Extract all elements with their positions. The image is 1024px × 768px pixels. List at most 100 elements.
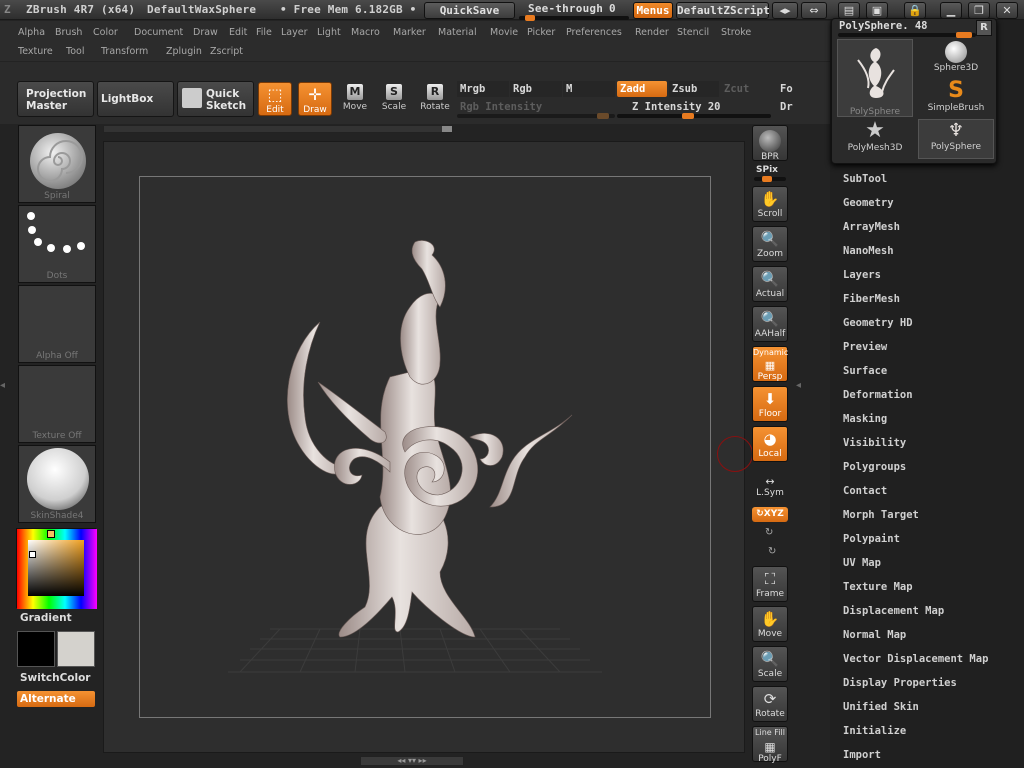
- material-thumbnail[interactable]: SkinShade4: [18, 445, 96, 523]
- sculpted-model[interactable]: [140, 177, 711, 718]
- main-color-swatch[interactable]: [17, 631, 55, 667]
- scroll-button[interactable]: ✋ Scroll: [752, 186, 788, 222]
- restore-icon[interactable]: ❐: [968, 2, 990, 19]
- zoom-button[interactable]: 🔍 Zoom: [752, 226, 788, 262]
- menu-tool[interactable]: Tool: [66, 46, 84, 57]
- palette-fibermesh[interactable]: FiberMesh: [843, 293, 900, 305]
- top-shelf-scroll-thumb[interactable]: [442, 126, 452, 132]
- palette-morph-target[interactable]: Morph Target: [843, 509, 919, 521]
- lsym-button[interactable]: ↔ L.Sym: [752, 476, 788, 500]
- left-tray-arrow-icon[interactable]: ◂: [0, 380, 10, 410]
- palette-display-properties[interactable]: Display Properties: [843, 677, 957, 689]
- quick-sketch-button[interactable]: Quick Sketch: [177, 81, 254, 117]
- popup-slider-track[interactable]: [838, 32, 976, 38]
- palette-uv-map[interactable]: UV Map: [843, 557, 881, 569]
- menu-transform[interactable]: Transform: [101, 46, 148, 57]
- minimize-icon[interactable]: ▁: [940, 2, 962, 19]
- swap-icon[interactable]: ▣: [866, 2, 888, 19]
- palette-surface[interactable]: Surface: [843, 365, 887, 377]
- layout-icon[interactable]: ▤: [838, 2, 860, 19]
- menu-movie[interactable]: Movie: [490, 27, 518, 38]
- rotate-button[interactable]: R Rotate: [418, 82, 452, 116]
- palette-deformation[interactable]: Deformation: [843, 389, 913, 401]
- color-marker[interactable]: [29, 551, 36, 558]
- z-intensity-knob[interactable]: [681, 113, 694, 119]
- move-view-button[interactable]: ✋ Move: [752, 606, 788, 642]
- spix-slider[interactable]: SPix: [754, 165, 788, 182]
- spix-knob[interactable]: [762, 176, 772, 182]
- palette-initialize[interactable]: Initialize: [843, 725, 906, 737]
- brush-spiral-thumbnail[interactable]: Spiral: [18, 125, 96, 203]
- menu-file[interactable]: File: [256, 27, 272, 38]
- default-zscript-button[interactable]: DefaultZScript: [676, 2, 770, 19]
- lock-icon[interactable]: 🔒: [904, 2, 926, 19]
- double-arrows-icon[interactable]: ⇔: [801, 2, 827, 19]
- alternate-button[interactable]: Alternate: [17, 691, 95, 707]
- draw-size-slider[interactable]: Dr: [777, 99, 797, 115]
- palette-import[interactable]: Import: [843, 749, 881, 761]
- top-shelf-scrollbar[interactable]: [103, 125, 453, 133]
- polymesh3d-tool[interactable]: ★ PolyMesh3D: [837, 119, 913, 159]
- rgb-button[interactable]: Rgb: [510, 81, 562, 97]
- menu-macro[interactable]: Macro: [351, 27, 380, 38]
- palette-geometry-hd[interactable]: Geometry HD: [843, 317, 913, 329]
- palette-arraymesh[interactable]: ArrayMesh: [843, 221, 900, 233]
- palette-subtool[interactable]: SubTool: [843, 173, 887, 185]
- zcut-button[interactable]: Zcut: [721, 81, 771, 97]
- menu-picker[interactable]: Picker: [527, 27, 555, 38]
- quicksave-button[interactable]: QuickSave: [424, 2, 515, 19]
- document-canvas[interactable]: [139, 176, 711, 718]
- floor-button[interactable]: ⬇ Floor: [752, 386, 788, 422]
- aahalf-button[interactable]: 🔍 AAHalf: [752, 306, 788, 342]
- z-rotate-icon[interactable]: ↻: [768, 546, 780, 558]
- menu-edit[interactable]: Edit: [229, 27, 247, 38]
- menu-texture[interactable]: Texture: [18, 46, 53, 57]
- scale-view-button[interactable]: 🔍 Scale: [752, 646, 788, 682]
- rotate-view-button[interactable]: ⟳ Rotate: [752, 686, 788, 722]
- stroke-dots-thumbnail[interactable]: Dots: [18, 205, 96, 283]
- m-button[interactable]: M: [563, 81, 615, 97]
- alpha-thumbnail[interactable]: Alpha Off: [18, 285, 96, 363]
- y-rotate-icon[interactable]: ↻: [765, 527, 777, 539]
- palette-polygroups[interactable]: Polygroups: [843, 461, 906, 473]
- menu-material[interactable]: Material: [438, 27, 477, 38]
- zsub-button[interactable]: Zsub: [669, 81, 719, 97]
- local-button[interactable]: ◕ Local: [752, 426, 788, 462]
- menu-render[interactable]: Render: [635, 27, 669, 38]
- palette-normal-map[interactable]: Normal Map: [843, 629, 906, 641]
- rgb-intensity-knob[interactable]: [597, 113, 609, 119]
- menus-button[interactable]: Menus: [633, 2, 673, 19]
- polysphere-selected-tool[interactable]: PolySphere: [837, 39, 913, 117]
- menu-color[interactable]: Color: [93, 27, 118, 38]
- saturation-box[interactable]: [28, 540, 84, 596]
- projection-master-button[interactable]: Projection Master: [17, 81, 94, 117]
- hue-marker[interactable]: [47, 530, 55, 538]
- left-right-icon[interactable]: ◂▸: [772, 2, 798, 19]
- palette-masking[interactable]: Masking: [843, 413, 887, 425]
- xyz-button[interactable]: ↻XYZ: [752, 507, 788, 522]
- menu-alpha[interactable]: Alpha: [18, 27, 45, 38]
- move-button[interactable]: M Move: [338, 82, 372, 116]
- palette-layers[interactable]: Layers: [843, 269, 881, 281]
- frame-button[interactable]: ⛶ Frame: [752, 566, 788, 602]
- menu-stroke[interactable]: Stroke: [721, 27, 751, 38]
- polyf-button[interactable]: Line Fill ▦ PolyF: [752, 726, 788, 764]
- palette-contact[interactable]: Contact: [843, 485, 887, 497]
- color-picker[interactable]: [16, 528, 97, 609]
- menu-zplugin[interactable]: Zplugin: [166, 46, 202, 57]
- menu-stencil[interactable]: Stencil: [677, 27, 709, 38]
- edit-button[interactable]: ⬚ Edit: [258, 82, 292, 116]
- bpr-button[interactable]: BPR: [752, 125, 788, 162]
- menu-draw[interactable]: Draw: [193, 27, 218, 38]
- palette-visibility[interactable]: Visibility: [843, 437, 906, 449]
- draw-button[interactable]: ✛ Draw: [298, 82, 332, 116]
- switchcolor-button[interactable]: SwitchColor: [17, 670, 95, 686]
- palette-polypaint[interactable]: Polypaint: [843, 533, 900, 545]
- polysphere-tool[interactable]: ♆ PolySphere: [918, 119, 994, 159]
- persp-button[interactable]: Dynamic ▦ Persp: [752, 346, 788, 382]
- menu-marker[interactable]: Marker: [393, 27, 426, 38]
- menu-brush[interactable]: Brush: [55, 27, 82, 38]
- palette-preview[interactable]: Preview: [843, 341, 887, 353]
- popup-r-button[interactable]: R: [976, 20, 992, 36]
- palette-texture-map[interactable]: Texture Map: [843, 581, 913, 593]
